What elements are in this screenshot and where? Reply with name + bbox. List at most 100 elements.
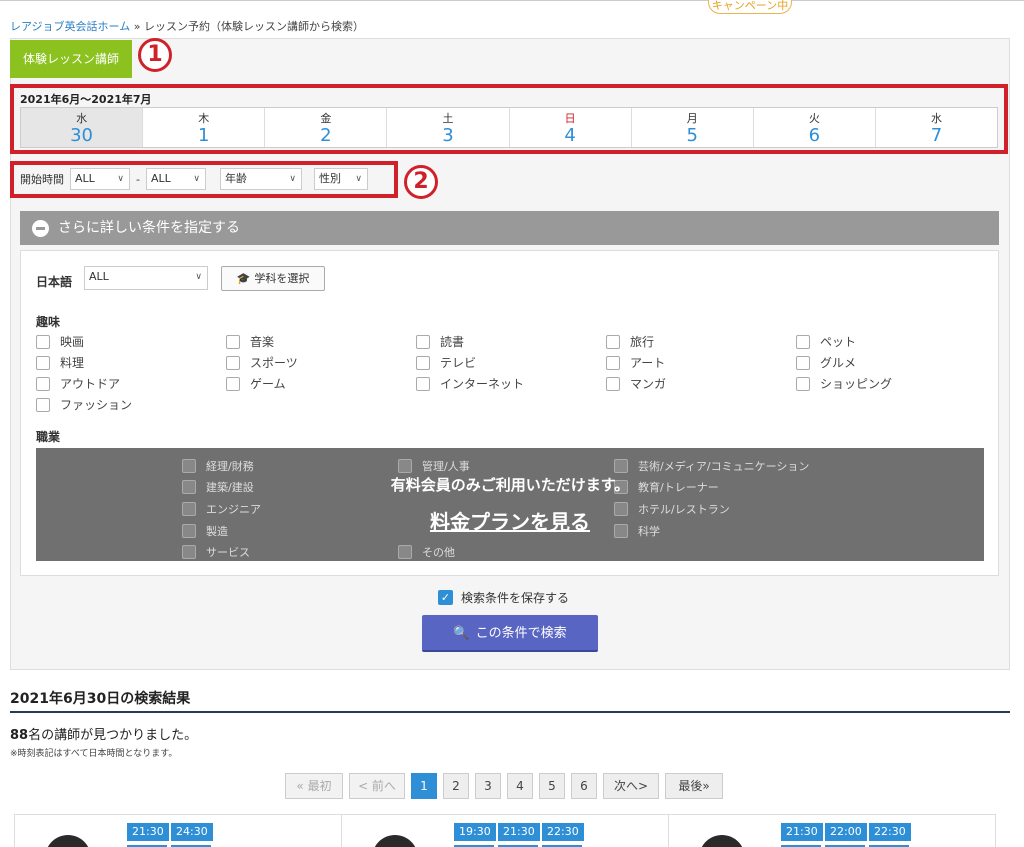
checkbox-box bbox=[398, 459, 412, 473]
hobby-option-label: アウトドア bbox=[60, 377, 121, 391]
japanese-level-select[interactable]: ALL ∨ bbox=[84, 266, 208, 290]
hobby-checkbox[interactable]: テレビ bbox=[416, 354, 476, 371]
checkbox-box[interactable] bbox=[796, 355, 810, 370]
checkbox-box[interactable] bbox=[796, 334, 810, 349]
avatar[interactable] bbox=[372, 835, 418, 847]
hobby-checkbox[interactable]: 読書 bbox=[416, 333, 464, 350]
hobby-checkbox[interactable]: 映画 bbox=[36, 333, 84, 350]
breadcrumb-home-link[interactable]: レアジョブ英会話ホーム bbox=[10, 20, 130, 33]
date-cell[interactable]: 金2 bbox=[265, 108, 388, 147]
checkbox-box bbox=[398, 545, 412, 559]
tab-trial-teachers[interactable]: 体験レッスン講師 bbox=[10, 40, 132, 78]
time-slot-button[interactable]: 24:30 bbox=[171, 823, 213, 841]
search-button[interactable]: 🔍 この条件で検索 bbox=[422, 615, 598, 652]
hobby-option-label: マンガ bbox=[630, 377, 667, 391]
pager-page[interactable]: 1 bbox=[411, 773, 437, 799]
detailed-conditions-toggle[interactable]: さらに詳しい条件を指定する bbox=[20, 211, 999, 245]
hobby-checkbox[interactable]: ゲーム bbox=[226, 375, 286, 392]
avatar[interactable] bbox=[699, 835, 745, 847]
teacher-card[interactable]: 19:30 21:30 22:30 bbox=[342, 815, 669, 847]
teacher-card[interactable]: 21:30 24:30 bbox=[15, 815, 342, 847]
pager-page[interactable]: 3 bbox=[475, 773, 501, 799]
pager-next[interactable]: 次へ> bbox=[603, 773, 659, 799]
checkbox-box bbox=[182, 545, 196, 559]
pager-page[interactable]: 5 bbox=[539, 773, 565, 799]
day-of-week: 火 bbox=[808, 112, 820, 125]
date-cell[interactable]: 水7 bbox=[876, 108, 997, 147]
hobby-option-label: ショッピング bbox=[820, 377, 893, 391]
hobby-option-label: グルメ bbox=[820, 356, 857, 370]
top-border bbox=[0, 0, 1024, 5]
date-cell[interactable]: 土3 bbox=[387, 108, 510, 147]
hobby-checkbox[interactable]: 旅行 bbox=[606, 333, 654, 350]
time-slot-button[interactable]: 22:00 bbox=[825, 823, 867, 841]
date-selector: 水 30 木 1 金 2 土 3 日 4 月 5 火 6 水 7 bbox=[20, 107, 998, 148]
hobby-option-label: 読書 bbox=[440, 335, 465, 349]
campaign-badge[interactable]: キャンペーン中 bbox=[708, 0, 792, 14]
pager-page[interactable]: 2 bbox=[443, 773, 469, 799]
teacher-cards: 21:30 24:30 19:30 21:30 22:30 21:30 22:00 22:30 bbox=[14, 814, 996, 847]
start-time-to-select[interactable]: ALL ∨ bbox=[145, 168, 206, 190]
date-cell[interactable]: 月5 bbox=[632, 108, 754, 147]
checkbox-box[interactable] bbox=[416, 376, 430, 391]
time-slot-button[interactable]: 21:30 bbox=[498, 823, 540, 841]
time-slot-button[interactable]: 22:30 bbox=[869, 823, 911, 841]
checkbox-box[interactable] bbox=[796, 376, 810, 391]
pager-prev[interactable]: < 前へ bbox=[349, 773, 405, 799]
pager-page[interactable]: 4 bbox=[507, 773, 533, 799]
hobby-checkbox[interactable]: スポーツ bbox=[226, 354, 298, 371]
checkbox-box[interactable] bbox=[36, 397, 50, 412]
date-range-label: 2021年6月〜2021年7月 bbox=[20, 93, 152, 106]
job-checkbox: 経理/財務 bbox=[182, 458, 254, 474]
job-option-label: サービス bbox=[206, 546, 250, 559]
checkbox-box[interactable] bbox=[416, 334, 430, 349]
date-cell[interactable]: 木1 bbox=[143, 108, 266, 147]
teacher-card[interactable]: 21:30 22:00 22:30 bbox=[669, 815, 995, 847]
hobby-checkbox[interactable]: 料理 bbox=[36, 354, 84, 371]
time-slot-button[interactable]: 19:30 bbox=[454, 823, 496, 841]
hobby-checkbox[interactable]: ショッピング bbox=[796, 375, 892, 392]
hobby-checkbox[interactable]: グルメ bbox=[796, 354, 856, 371]
hobby-checkbox[interactable]: ファッション bbox=[36, 396, 132, 413]
pager-page[interactable]: 6 bbox=[571, 773, 597, 799]
time-slot-button[interactable]: 21:30 bbox=[781, 823, 823, 841]
breadcrumb: レアジョブ英会話ホーム » レッスン予約（体験レッスン講師から検索） bbox=[10, 18, 364, 34]
pager-first[interactable]: « 最初 bbox=[285, 773, 343, 799]
start-time-from-select[interactable]: ALL ∨ bbox=[70, 168, 130, 190]
checkbox-box[interactable] bbox=[36, 376, 50, 391]
hobby-option-label: テレビ bbox=[440, 356, 477, 370]
breadcrumb-current: レッスン予約（体験レッスン講師から検索） bbox=[143, 20, 364, 33]
checkbox-box[interactable] bbox=[606, 376, 620, 391]
hobby-checkbox[interactable]: アート bbox=[606, 354, 665, 371]
save-conditions-row[interactable]: ✓ 検索条件を保存する bbox=[438, 589, 569, 606]
select-subject-button[interactable]: 🎓 学科を選択 bbox=[221, 266, 325, 291]
date-cell[interactable]: 日4 bbox=[510, 108, 632, 147]
checkbox-box[interactable] bbox=[606, 334, 620, 349]
hobby-checkbox[interactable]: マンガ bbox=[606, 375, 666, 392]
time-slot-button[interactable]: 21:30 bbox=[127, 823, 169, 841]
hobby-checkbox[interactable]: 音楽 bbox=[226, 333, 274, 350]
age-select[interactable]: 年齢 ∨ bbox=[219, 168, 302, 190]
hobby-checkbox[interactable]: ペット bbox=[796, 333, 856, 350]
date-cell[interactable]: 火6 bbox=[754, 108, 876, 147]
pager-last[interactable]: 最後» bbox=[665, 773, 723, 799]
time-slot-button[interactable]: 22:30 bbox=[542, 823, 584, 841]
pricing-plan-link[interactable]: 料金プランを見る bbox=[36, 506, 984, 535]
checkbox-box[interactable] bbox=[226, 376, 240, 391]
checkbox-box[interactable] bbox=[36, 334, 50, 349]
checkbox-box[interactable] bbox=[226, 334, 240, 349]
checkbox-box[interactable] bbox=[606, 355, 620, 370]
checkbox-box[interactable] bbox=[36, 355, 50, 370]
checkbox-box[interactable] bbox=[226, 355, 240, 370]
checkbox-box[interactable] bbox=[416, 355, 430, 370]
hobby-checkbox[interactable]: アウトドア bbox=[36, 375, 120, 392]
avatar[interactable] bbox=[45, 835, 91, 847]
day-of-week: 月 bbox=[686, 112, 698, 125]
save-conditions-label: 検索条件を保存する bbox=[461, 591, 570, 605]
gender-select[interactable]: 性別 ∨ bbox=[313, 168, 368, 190]
date-cell[interactable]: 水 30 bbox=[21, 108, 144, 147]
chevron-down-icon: ∨ bbox=[355, 174, 362, 184]
save-conditions-checkbox[interactable]: ✓ bbox=[438, 590, 453, 605]
hobby-checkbox[interactable]: インターネット bbox=[416, 375, 524, 392]
breadcrumb-separator: » bbox=[133, 20, 141, 33]
